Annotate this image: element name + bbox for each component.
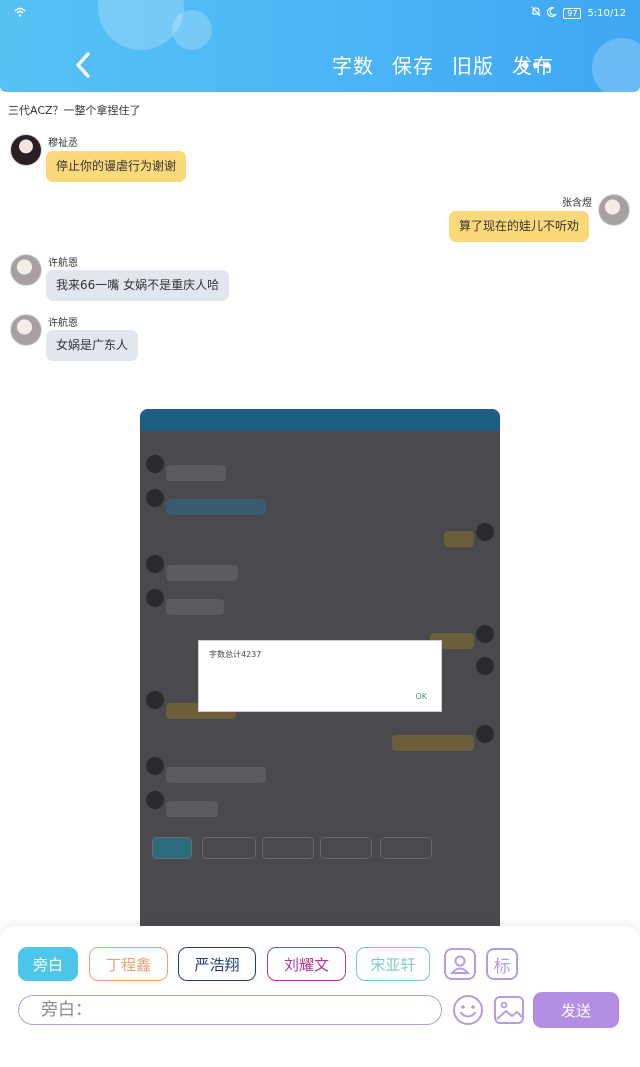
embedded-line <box>166 599 224 615</box>
person-button[interactable] <box>444 948 476 980</box>
embedded-line <box>166 801 218 817</box>
word-count-button[interactable]: 字数 <box>332 50 374 79</box>
image-button[interactable] <box>493 994 525 1026</box>
embedded-chip <box>320 837 372 859</box>
role-chip-ding-chengxin[interactable]: 丁程鑫 <box>89 947 168 981</box>
clock: 5:10/12 <box>587 7 626 19</box>
embedded-avatar <box>146 691 164 709</box>
embedded-chip <box>380 837 432 859</box>
sender-name: 穆祉丞 <box>48 138 78 149</box>
embedded-chip <box>202 837 256 859</box>
embedded-avatar <box>146 757 164 775</box>
old-version-button[interactable]: 旧版 <box>452 50 494 79</box>
save-button[interactable]: 保存 <box>392 50 434 79</box>
role-chip-liu-yaowen[interactable]: 刘耀文 <box>267 947 346 981</box>
dot-icon <box>533 62 539 68</box>
role-chip-yan-haoxiang[interactable]: 严浩翔 <box>178 947 256 981</box>
word-count-dialog: 字数总计4237 OK <box>198 640 442 712</box>
person-icon <box>449 955 471 974</box>
wifi-icon <box>14 7 26 20</box>
embedded-line <box>166 499 266 515</box>
embedded-avatar <box>146 455 164 473</box>
embedded-avatar <box>476 657 494 675</box>
message-bubble[interactable]: 女娲是广东人 <box>46 330 139 361</box>
embedded-avatar <box>146 555 164 573</box>
avatar[interactable] <box>10 314 42 346</box>
battery-indicator: 97 <box>563 7 582 19</box>
status-right: 97 5:10/12 <box>531 6 626 20</box>
avatar[interactable] <box>10 254 42 286</box>
send-button[interactable]: 发送 <box>533 992 619 1028</box>
embedded-line <box>392 735 474 751</box>
more-button[interactable] <box>522 62 550 68</box>
message-bubble[interactable]: 停止你的谩虐行为谢谢 <box>46 151 187 182</box>
role-chip-narration[interactable]: 旁白 <box>18 947 78 981</box>
status-bar: 97 5:10/12 <box>14 6 626 20</box>
embedded-line <box>444 531 474 547</box>
image-icon <box>494 996 524 1024</box>
tag-button[interactable]: 标 <box>486 948 518 980</box>
tag-icon: 标 <box>493 956 511 977</box>
bell-off-icon <box>531 6 541 20</box>
avatar[interactable] <box>598 194 630 226</box>
dot-icon <box>522 62 528 68</box>
header-actions: 字数 保存 旧版 发布 <box>332 50 554 79</box>
topic-text: 三代ACZ？一整个拿捏住了 <box>8 104 141 117</box>
sender-name: 许航恩 <box>48 258 78 269</box>
dialog-ok-button[interactable]: OK <box>415 692 427 701</box>
embedded-top-bar <box>140 409 500 431</box>
emoji-icon <box>453 995 483 1025</box>
embedded-chip <box>262 837 314 859</box>
embedded-avatar <box>476 725 494 743</box>
embedded-avatar <box>146 791 164 809</box>
message-input[interactable] <box>18 995 442 1025</box>
sender-name: 张含煜 <box>562 198 592 209</box>
chat-editor-screen: 97 5:10/12 字数 保存 旧版 发布 三代ACZ？一整个拿捏住了 穆祉丞… <box>0 0 640 1067</box>
role-chip-song-yaxuan[interactable]: 宋亚轩 <box>356 947 430 981</box>
avatar[interactable] <box>10 134 42 166</box>
sender-name: 许航恩 <box>48 318 78 329</box>
message-bubble[interactable]: 算了现在的娃儿不听劝 <box>449 211 590 242</box>
chevron-left-icon <box>76 52 90 78</box>
message-bubble[interactable]: 我来66一嘴 女娲不是重庆人哈 <box>46 270 230 301</box>
embedded-chip <box>152 837 192 859</box>
embedded-avatar <box>476 625 494 643</box>
embedded-line <box>166 767 266 783</box>
embedded-avatar <box>476 523 494 541</box>
dot-icon <box>544 62 550 68</box>
back-button[interactable] <box>70 50 96 80</box>
embedded-line <box>166 465 226 481</box>
decor-circle <box>592 38 640 92</box>
top-bar: 97 5:10/12 字数 保存 旧版 发布 <box>0 0 640 92</box>
embedded-line <box>166 565 238 581</box>
moon-icon <box>547 6 557 20</box>
dialog-message: 字数总计4237 <box>209 650 262 659</box>
embedded-avatar <box>146 589 164 607</box>
embedded-avatar <box>146 489 164 507</box>
emoji-button[interactable] <box>452 994 484 1026</box>
